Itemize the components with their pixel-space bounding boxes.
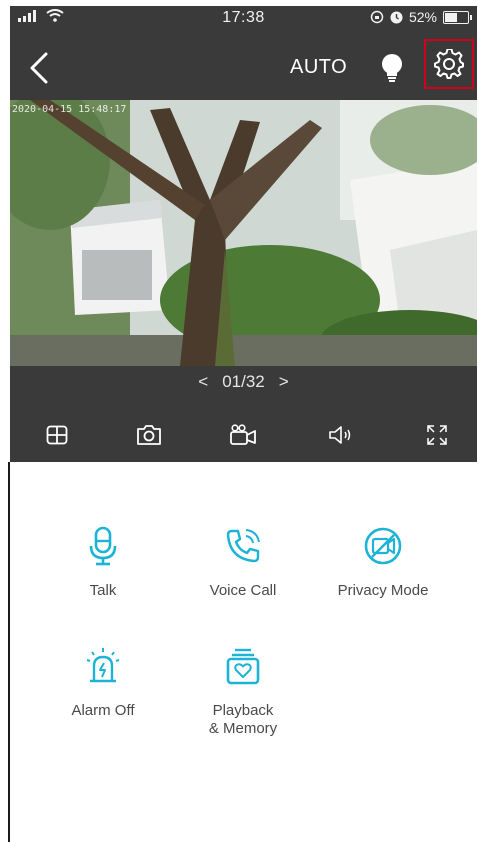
voice-call-label: Voice Call	[209, 582, 277, 599]
light-toggle-button[interactable]	[378, 52, 406, 84]
privacy-mode-label: Privacy Mode	[337, 582, 429, 599]
playback-label-line1: Playback	[212, 702, 274, 719]
alarm-siren-icon	[86, 648, 120, 683]
speaker-icon	[329, 426, 351, 444]
playback-memory-icon	[226, 648, 260, 685]
app-screen: 17:38 52% AUTO 2020-04-15 15:48:17 < 01/…	[0, 0, 479, 842]
fullscreen-button[interactable]	[420, 418, 454, 452]
battery-percent: 52%	[408, 9, 437, 25]
mute-toggle-button[interactable]	[324, 418, 358, 452]
lightbulb-icon	[382, 54, 402, 82]
fullscreen-icon	[427, 425, 447, 445]
status-right-group: 52%	[370, 9, 472, 25]
layout-grid-button[interactable]	[40, 418, 74, 452]
playback-memory-button[interactable]: Playback & Memory	[168, 644, 318, 738]
privacy-mode-button[interactable]: Privacy Mode	[308, 524, 458, 600]
chevron-left-icon	[30, 52, 48, 84]
alarm-off-label: Alarm Off	[71, 702, 135, 719]
rotation-lock-icon	[370, 10, 384, 24]
record-video-icon	[230, 424, 256, 445]
video-timestamp: 2020-04-15 15:48:17	[12, 104, 127, 115]
left-edge-divider	[8, 462, 10, 842]
playback-memory-label: Playback & Memory	[168, 702, 318, 738]
page-indicator: 01/32	[222, 372, 265, 391]
back-button[interactable]	[24, 50, 58, 86]
alarm-clock-icon	[390, 11, 403, 23]
recording-pager: <01/32 >	[10, 372, 477, 402]
gear-icon	[434, 49, 464, 79]
status-bar: 17:38 52%	[10, 6, 477, 34]
camera-off-icon	[364, 527, 402, 565]
next-page-button[interactable]: >	[279, 372, 289, 392]
phone-call-icon	[226, 529, 260, 563]
microphone-icon	[89, 526, 117, 566]
talk-button[interactable]: Talk	[28, 524, 178, 600]
prev-page-button[interactable]: <	[198, 372, 208, 392]
alarm-off-button[interactable]: Alarm Off	[28, 644, 178, 720]
talk-label: Talk	[89, 582, 117, 599]
settings-button[interactable]	[424, 39, 474, 89]
grid-layout-icon	[46, 425, 68, 445]
video-toolbar	[10, 418, 477, 452]
camera-scene-image	[10, 100, 477, 366]
top-nav: AUTO	[10, 39, 477, 96]
voice-call-button[interactable]: Voice Call	[168, 524, 318, 600]
snapshot-button[interactable]	[132, 418, 166, 452]
night-mode-auto-button[interactable]: AUTO	[290, 56, 347, 79]
battery-icon	[443, 10, 472, 24]
snapshot-camera-icon	[137, 425, 161, 445]
live-video-feed[interactable]: 2020-04-15 15:48:17	[10, 100, 477, 366]
feature-actions: Talk Voice Call Privacy Mode Alarm Off P…	[10, 462, 477, 842]
record-button[interactable]	[226, 418, 260, 452]
playback-label-line2: & Memory	[208, 720, 278, 737]
